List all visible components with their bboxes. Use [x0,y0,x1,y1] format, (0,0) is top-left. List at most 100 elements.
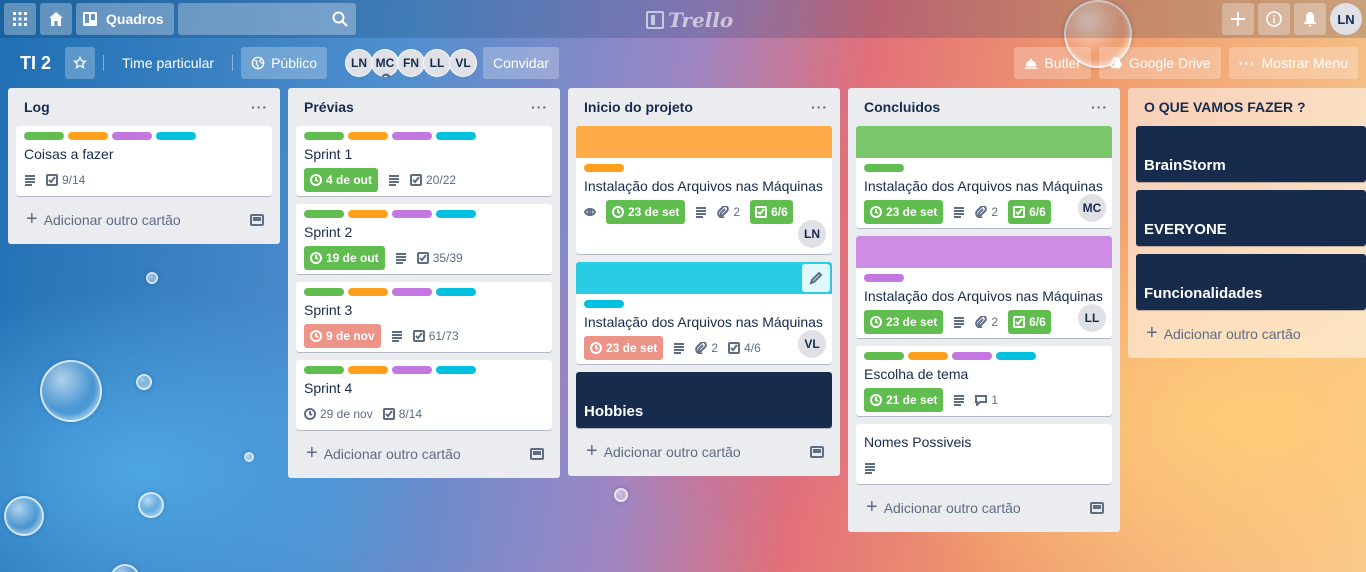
visibility-button[interactable]: Público [241,47,327,79]
label-purple[interactable] [392,132,432,140]
card[interactable]: Funcionalidades [1136,254,1366,310]
label-purple[interactable] [392,366,432,374]
card[interactable]: Escolha de tema 21 de set 1 [856,346,1112,416]
list-menu-icon[interactable]: ··· [531,99,548,115]
card-template-icon[interactable] [1090,502,1104,514]
list-header[interactable]: Prévias ··· [296,88,552,126]
label-sky[interactable] [156,132,196,140]
show-menu-button[interactable]: ··· Mostrar Menu [1228,47,1358,79]
butler-button[interactable]: Butler [1014,47,1091,79]
label-green[interactable] [304,288,344,296]
card-template-icon[interactable] [810,446,824,458]
label-purple[interactable] [864,274,904,282]
label-green[interactable] [864,352,904,360]
edit-card-button[interactable] [802,264,830,292]
due-date-badge[interactable]: 19 de out [304,246,385,270]
label-sky[interactable] [584,300,624,308]
notifications-button[interactable] [1294,3,1326,35]
user-avatar[interactable]: LN [1330,3,1362,35]
add-card-button[interactable]: + Adicionar outro cartão [296,438,552,470]
card-template-icon[interactable] [530,448,544,460]
list-menu-icon[interactable]: ··· [251,99,268,115]
label-orange[interactable] [68,132,108,140]
list-header[interactable]: O QUE VAMOS FAZER ? [1136,88,1366,126]
trello-logo[interactable]: Trello [646,8,733,32]
background-bubble [110,564,140,572]
info-button[interactable] [1258,3,1290,35]
search-input[interactable] [177,3,356,35]
google-drive-button[interactable]: Google Drive [1098,47,1221,79]
card[interactable]: Instalação dos Arquivos nas Máquinas 23 … [856,236,1112,338]
label-orange[interactable] [584,164,624,172]
label-sky[interactable] [436,132,476,140]
card[interactable]: Instalação dos Arquivos nas Máquinas 23 … [576,262,832,364]
due-date-badge[interactable]: 21 de set [864,388,944,412]
label-green[interactable] [24,132,64,140]
member-avatar[interactable]: LN [345,49,373,77]
label-sky[interactable] [436,210,476,218]
card-member-avatar[interactable]: VL [798,330,826,358]
label-purple[interactable] [112,132,152,140]
due-date-badge[interactable]: 23 de set [606,200,686,224]
label-orange[interactable] [908,352,948,360]
home-button[interactable] [40,3,72,35]
label-purple[interactable] [392,210,432,218]
due-date-badge[interactable]: 23 de set [864,310,944,334]
card[interactable]: Coisas a fazer 9/14 [16,126,272,196]
card-member-avatar[interactable]: LN [798,220,826,248]
label-sky[interactable] [436,366,476,374]
due-date-badge[interactable]: 23 de set [584,336,664,360]
label-sky[interactable] [996,352,1036,360]
label-green[interactable] [864,164,904,172]
member-avatar[interactable]: VL [449,49,477,77]
add-card-button[interactable]: + Adicionar outro cartão [856,492,1112,524]
board-title[interactable]: TI 2 [12,53,59,74]
card-member-avatar[interactable]: MC [1078,194,1106,222]
label-green[interactable] [304,132,344,140]
label-orange[interactable] [348,132,388,140]
add-card-button[interactable]: + Adicionar outro cartão [1136,318,1366,350]
card[interactable]: Sprint 4 29 de nov 8/14 [296,360,552,430]
due-date-badge[interactable]: 4 de out [304,168,379,192]
label-green[interactable] [304,210,344,218]
card[interactable]: Instalação dos Arquivos nas Máquinas 23 … [856,126,1112,228]
card[interactable]: BrainStorm [1136,126,1366,182]
due-date-badge[interactable]: 9 de nov [304,324,381,348]
add-card-button[interactable]: + Adicionar outro cartão [16,204,272,236]
card-template-icon[interactable] [250,214,264,226]
member-avatar[interactable]: LL [423,49,451,77]
label-orange[interactable] [348,288,388,296]
list-menu-icon[interactable]: ··· [811,99,828,115]
card[interactable]: Sprint 1 4 de out 20/22 [296,126,552,196]
label-orange[interactable] [348,366,388,374]
due-date-text: 21 de set [886,393,938,407]
due-date-badge[interactable]: 23 de set [864,200,944,224]
card[interactable]: EVERYONE [1136,190,1366,246]
card[interactable]: Sprint 2 19 de out 35/39 [296,204,552,274]
card[interactable]: Nomes Possiveis [856,424,1112,484]
add-card-button[interactable]: + Adicionar outro cartão [576,436,832,468]
boards-button[interactable]: Quadros [76,3,174,35]
member-avatar[interactable]: FN [397,49,425,77]
label-orange[interactable] [348,210,388,218]
label-sky[interactable] [436,288,476,296]
label-purple[interactable] [952,352,992,360]
star-board-button[interactable] [65,47,96,79]
due-date-badge[interactable]: 29 de nov [304,402,373,426]
list-header[interactable]: Concluidos ··· [856,88,1112,126]
list-menu-icon[interactable]: ··· [1091,99,1108,115]
card[interactable]: Instalação dos Arquivos nas Máquinas 23 … [576,126,832,254]
create-button[interactable] [1222,3,1254,35]
apps-button[interactable] [4,3,36,35]
card-member-avatar[interactable]: LL [1078,304,1106,332]
clock-icon [310,330,322,342]
card[interactable]: Sprint 3 9 de nov 61/73 [296,282,552,352]
team-button[interactable]: Time particular [112,47,224,79]
label-purple[interactable] [392,288,432,296]
member-avatar[interactable]: MC ︽ [371,49,399,78]
list-header[interactable]: Log ··· [16,88,272,126]
invite-button[interactable]: Convidar [483,47,560,79]
card[interactable]: Hobbies [576,372,832,428]
label-green[interactable] [304,366,344,374]
list-header[interactable]: Inicio do projeto ··· [576,88,832,126]
